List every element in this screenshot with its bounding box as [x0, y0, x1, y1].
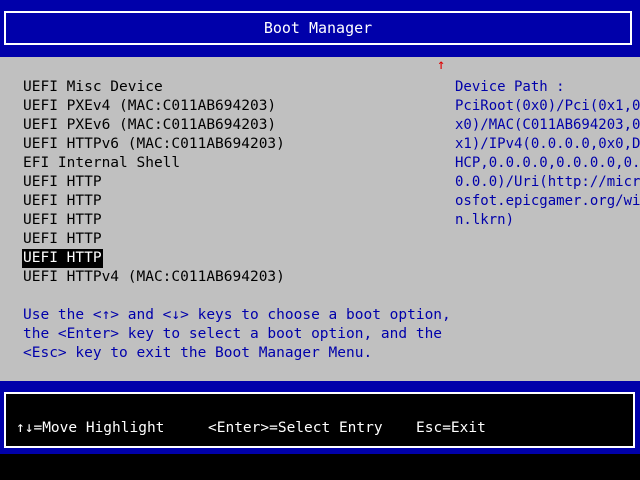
device-path-line: HCP,0.0.0.0,0.0.0.0,0. — [455, 155, 640, 171]
boot-option[interactable]: UEFI HTTP — [23, 211, 286, 230]
boot-option[interactable]: UEFI HTTPv4 (MAC:C011AB694203) — [23, 268, 286, 287]
device-path-line: osfot.epicgamer.org/wi — [455, 193, 640, 209]
boot-option-list: UEFI Misc Device UEFI PXEv4 (MAC:C011AB6… — [22, 78, 286, 287]
help-line: the <Enter> key to select a boot option,… — [23, 326, 443, 342]
header: Boot Manager — [4, 11, 632, 45]
device-path-heading: Device Path : — [455, 79, 565, 95]
boot-option[interactable]: UEFI PXEv4 (MAC:C011AB694203) — [23, 97, 286, 116]
page-title: Boot Manager — [263, 19, 373, 37]
boot-option-label: UEFI HTTP — [23, 193, 102, 209]
device-path-panel: Device Path : PciRoot(0x0)/Pci(0x1,0 x0)… — [455, 78, 640, 230]
boot-option-label: UEFI HTTPv6 (MAC:C011AB694203) — [23, 136, 285, 152]
select-entry-hint: <Enter>=Select Entry — [208, 420, 383, 436]
boot-option[interactable]: UEFI HTTPv6 (MAC:C011AB694203) — [23, 135, 286, 154]
boot-option-label: UEFI PXEv6 (MAC:C011AB694203) — [23, 117, 277, 133]
boot-option[interactable]: UEFI PXEv6 (MAC:C011AB694203) — [23, 116, 286, 135]
boot-option-label: UEFI HTTP — [23, 174, 102, 190]
bottom-margin — [0, 454, 640, 480]
scroll-up-icon[interactable]: ↑ — [437, 58, 445, 72]
move-highlight-hint: ↑↓=Move Highlight — [16, 420, 165, 436]
boot-option-label: UEFI PXEv4 (MAC:C011AB694203) — [23, 98, 277, 114]
help-text: Use the <↑> and <↓> keys to choose a boo… — [23, 306, 451, 363]
boot-option[interactable]: EFI Internal Shell — [23, 154, 286, 173]
device-path-line: x1)/IPv4(0.0.0.0,0x0,D — [455, 136, 640, 152]
help-line: Use the <↑> and <↓> keys to choose a boo… — [23, 307, 451, 323]
device-path-line: x0)/MAC(C011AB694203,0 — [455, 117, 640, 133]
device-path-line: PciRoot(0x0)/Pci(0x1,0 — [455, 98, 640, 114]
help-line: <Esc> key to exit the Boot Manager Menu. — [23, 345, 373, 361]
boot-option[interactable]: UEFI HTTP — [23, 192, 286, 211]
boot-manager-screen: Boot Manager ↑ UEFI Misc Device UEFI PXE… — [0, 0, 640, 480]
boot-option[interactable]: UEFI Misc Device — [23, 78, 286, 97]
boot-option-label: UEFI HTTP — [23, 212, 102, 228]
boot-option-label: UEFI HTTP — [22, 249, 103, 268]
boot-option-selected[interactable]: UEFI HTTP — [22, 249, 286, 268]
device-path-line: 0.0.0)/Uri(http://micr — [455, 174, 640, 190]
boot-option-label: EFI Internal Shell — [23, 155, 181, 171]
exit-hint: Esc=Exit — [416, 420, 486, 436]
boot-option[interactable]: UEFI HTTP — [23, 173, 286, 192]
boot-option-label: UEFI Misc Device — [23, 79, 163, 95]
boot-option[interactable]: UEFI HTTP — [23, 230, 286, 249]
boot-option-label: UEFI HTTP — [23, 231, 102, 247]
boot-option-label: UEFI HTTPv4 (MAC:C011AB694203) — [23, 269, 285, 285]
device-path-line: n.lkrn) — [455, 212, 515, 228]
